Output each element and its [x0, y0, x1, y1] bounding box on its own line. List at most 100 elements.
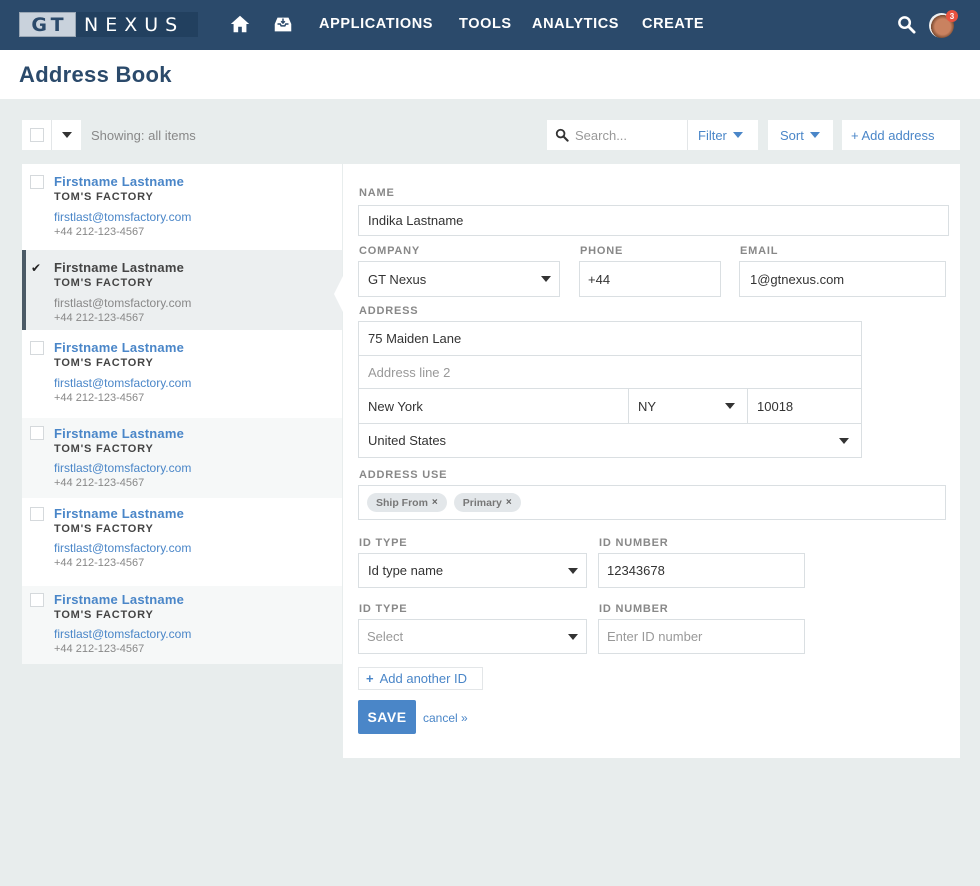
contact-company: TOM'S FACTORY: [54, 523, 154, 535]
contact-email[interactable]: firstlast@tomsfactory.com: [54, 210, 191, 224]
plus-icon: +: [366, 671, 374, 686]
inbox-icon[interactable]: [272, 13, 294, 35]
contact-email[interactable]: firstlast@tomsfactory.com: [54, 296, 191, 310]
company-select[interactable]: GT Nexus: [358, 261, 560, 297]
email-input[interactable]: [750, 271, 945, 287]
address-use-field[interactable]: Ship From × Primary ×: [358, 485, 946, 520]
tag-ship-from: Ship From ×: [367, 493, 447, 512]
contact-item[interactable]: Firstname Lastname TOM'S FACTORY firstla…: [22, 164, 342, 250]
page-title: Address Book: [19, 62, 172, 87]
id-type-select-2[interactable]: Select: [358, 619, 587, 654]
nav-applications[interactable]: APPLICATIONS: [319, 16, 433, 32]
contact-email[interactable]: firstlast@tomsfactory.com: [54, 461, 191, 475]
phone-input[interactable]: [588, 271, 720, 287]
contact-phone: +44 212-123-4567: [54, 226, 145, 238]
chevron-down-icon: [568, 633, 578, 640]
id-number-input-2[interactable]: [607, 629, 804, 644]
address-label: ADDRESS: [359, 305, 419, 317]
cancel-link[interactable]: cancel »: [423, 711, 468, 725]
chevron-down-icon: [61, 132, 72, 138]
select-all-checkbox[interactable]: [22, 120, 52, 150]
country-value: United States: [368, 433, 447, 448]
contact-checkbox[interactable]: [30, 507, 44, 521]
id-number-input[interactable]: [607, 563, 804, 578]
email-field[interactable]: [739, 261, 946, 297]
chevron-down-icon: [725, 403, 735, 409]
contact-email[interactable]: firstlast@tomsfactory.com: [54, 541, 191, 555]
chevron-down-icon: [839, 437, 849, 444]
add-another-id-button[interactable]: + Add another ID: [358, 667, 483, 690]
save-button[interactable]: SAVE: [358, 700, 416, 734]
contact-email[interactable]: firstlast@tomsfactory.com: [54, 376, 191, 390]
contact-name: Firstname Lastname: [54, 506, 185, 521]
id-number-field[interactable]: [598, 553, 805, 588]
search-box: [547, 120, 688, 150]
contact-company: TOM'S FACTORY: [54, 443, 154, 455]
add-address-button[interactable]: + Add address: [842, 120, 960, 150]
nav-tools[interactable]: TOOLS: [459, 16, 512, 32]
contact-phone: +44 212-123-4567: [54, 643, 145, 655]
contact-email[interactable]: firstlast@tomsfactory.com: [54, 627, 191, 641]
name-input[interactable]: [368, 213, 948, 228]
contact-name: Firstname Lastname: [54, 174, 185, 189]
selection-pointer: [334, 274, 344, 314]
address-line1-input[interactable]: [368, 331, 861, 346]
address-line1-field[interactable]: [358, 321, 862, 356]
id-type-select[interactable]: Id type name: [358, 553, 587, 588]
remove-tag-icon[interactable]: ×: [506, 497, 512, 508]
id-number-field-2[interactable]: [598, 619, 805, 654]
contact-name: Firstname Lastname: [54, 426, 185, 441]
contact-item[interactable]: Firstname Lastname TOM'S FACTORY firstla…: [22, 418, 342, 498]
nav-analytics[interactable]: ANALYTICS: [532, 16, 619, 32]
search-icon[interactable]: [897, 15, 916, 34]
contact-checkbox[interactable]: [30, 593, 44, 607]
address-use-label: ADDRESS USE: [359, 469, 448, 481]
contact-item[interactable]: Firstname Lastname TOM'S FACTORY firstla…: [22, 586, 342, 664]
zip-input[interactable]: [757, 398, 861, 414]
id-type-placeholder: Select: [367, 629, 404, 644]
zip-field[interactable]: [747, 388, 862, 424]
contact-list: Firstname Lastname TOM'S FACTORY firstla…: [22, 164, 342, 664]
contact-item[interactable]: Firstname Lastname TOM'S FACTORY firstla…: [22, 330, 342, 418]
address-line2-field[interactable]: [358, 355, 862, 389]
home-icon[interactable]: [229, 13, 251, 35]
name-field[interactable]: [358, 205, 949, 236]
sort-label: Sort: [780, 127, 804, 143]
gt-nexus-logo[interactable]: GT NEXUS: [19, 12, 198, 37]
nav-create[interactable]: CREATE: [642, 16, 704, 32]
logo-gt: GT: [19, 12, 76, 37]
name-label: NAME: [359, 187, 395, 199]
state-select[interactable]: NY: [628, 388, 748, 424]
country-select[interactable]: United States: [358, 423, 862, 458]
contact-name: Firstname Lastname: [54, 260, 185, 275]
contact-checkbox[interactable]: [30, 341, 44, 355]
contact-item-selected[interactable]: ✔ Firstname Lastname TOM'S FACTORY first…: [22, 250, 342, 330]
company-label: COMPANY: [359, 245, 421, 257]
search-input[interactable]: [575, 127, 675, 143]
address-line2-input[interactable]: [368, 364, 861, 380]
contact-company: TOM'S FACTORY: [54, 609, 154, 621]
remove-tag-icon[interactable]: ×: [432, 497, 438, 508]
contact-item[interactable]: Firstname Lastname TOM'S FACTORY firstla…: [22, 498, 342, 586]
tag-primary: Primary ×: [453, 493, 521, 512]
contact-phone: +44 212-123-4567: [54, 392, 145, 404]
id-number-label: ID NUMBER: [599, 537, 669, 549]
phone-field[interactable]: [579, 261, 721, 297]
contact-checkbox[interactable]: [30, 175, 44, 189]
contact-checkbox[interactable]: [30, 426, 44, 440]
select-options-dropdown[interactable]: [52, 120, 81, 150]
sort-button[interactable]: Sort: [768, 120, 833, 150]
filter-label: Filter: [698, 127, 727, 143]
city-field[interactable]: [358, 388, 629, 424]
check-icon[interactable]: ✔: [31, 261, 45, 275]
top-nav: GT NEXUS APPLICATIONS TOOLS ANALYTICS CR…: [0, 0, 980, 50]
filter-button[interactable]: Filter: [688, 120, 758, 150]
chevron-down-icon: [809, 132, 820, 138]
contact-phone: +44 212-123-4567: [54, 312, 145, 324]
contact-name: Firstname Lastname: [54, 340, 185, 355]
chevron-down-icon: [541, 276, 551, 282]
city-input[interactable]: [368, 398, 628, 414]
contact-company: TOM'S FACTORY: [54, 191, 154, 203]
tag-label: Ship From: [376, 496, 428, 509]
search-icon: [555, 128, 569, 142]
